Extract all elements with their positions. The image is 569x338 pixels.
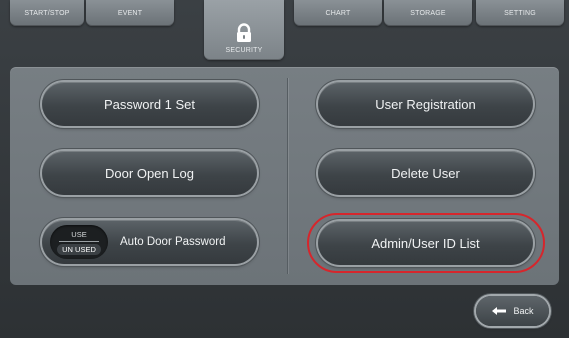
user-registration-button[interactable]: User Registration [318,82,533,126]
button-label: Auto Door Password [120,236,226,248]
toggle-separator [59,240,99,242]
door-open-log-button[interactable]: Door Open Log [42,151,257,195]
delete-user-button[interactable]: Delete User [318,151,533,195]
tab-label: EVENT [117,9,143,17]
security-screen: START/STOP EVENT SECURITY CHART STORAGE … [0,0,569,338]
toggle-unused-label: UN USED [57,243,101,255]
tab-label: CHART [325,9,351,17]
tab-start-stop[interactable]: START/STOP [10,0,84,26]
button-label: Door Open Log [105,165,194,181]
use-unused-toggle[interactable]: USE UN USED [50,225,108,259]
tab-label: SETTING [504,9,536,17]
tab-event[interactable]: EVENT [86,0,174,26]
tab-storage[interactable]: STORAGE [384,0,472,26]
tab-label: SECURITY [225,47,263,54]
tab-label: STORAGE [410,9,446,17]
tab-chart[interactable]: CHART [294,0,382,26]
button-label: Admin/User ID List [371,235,480,251]
tab-setting[interactable]: SETTING [476,0,564,26]
back-label: Back [513,306,534,316]
back-arrow-icon [492,307,507,315]
button-label: Delete User [391,165,460,181]
tab-label: START/STOP [24,9,70,17]
password-set-button[interactable]: Password 1 Set [42,82,257,126]
lock-icon [237,23,251,42]
back-button[interactable]: Back [476,296,549,326]
tab-security[interactable]: SECURITY [204,0,284,60]
admin-user-id-list-button[interactable]: Admin/User ID List [318,221,533,265]
auto-door-password-button[interactable]: USE UN USED Auto Door Password [42,220,257,264]
toggle-use-label: USE [71,229,87,239]
button-label: Password 1 Set [103,96,196,112]
panel-divider [287,78,288,274]
button-label: User Registration [375,96,476,112]
